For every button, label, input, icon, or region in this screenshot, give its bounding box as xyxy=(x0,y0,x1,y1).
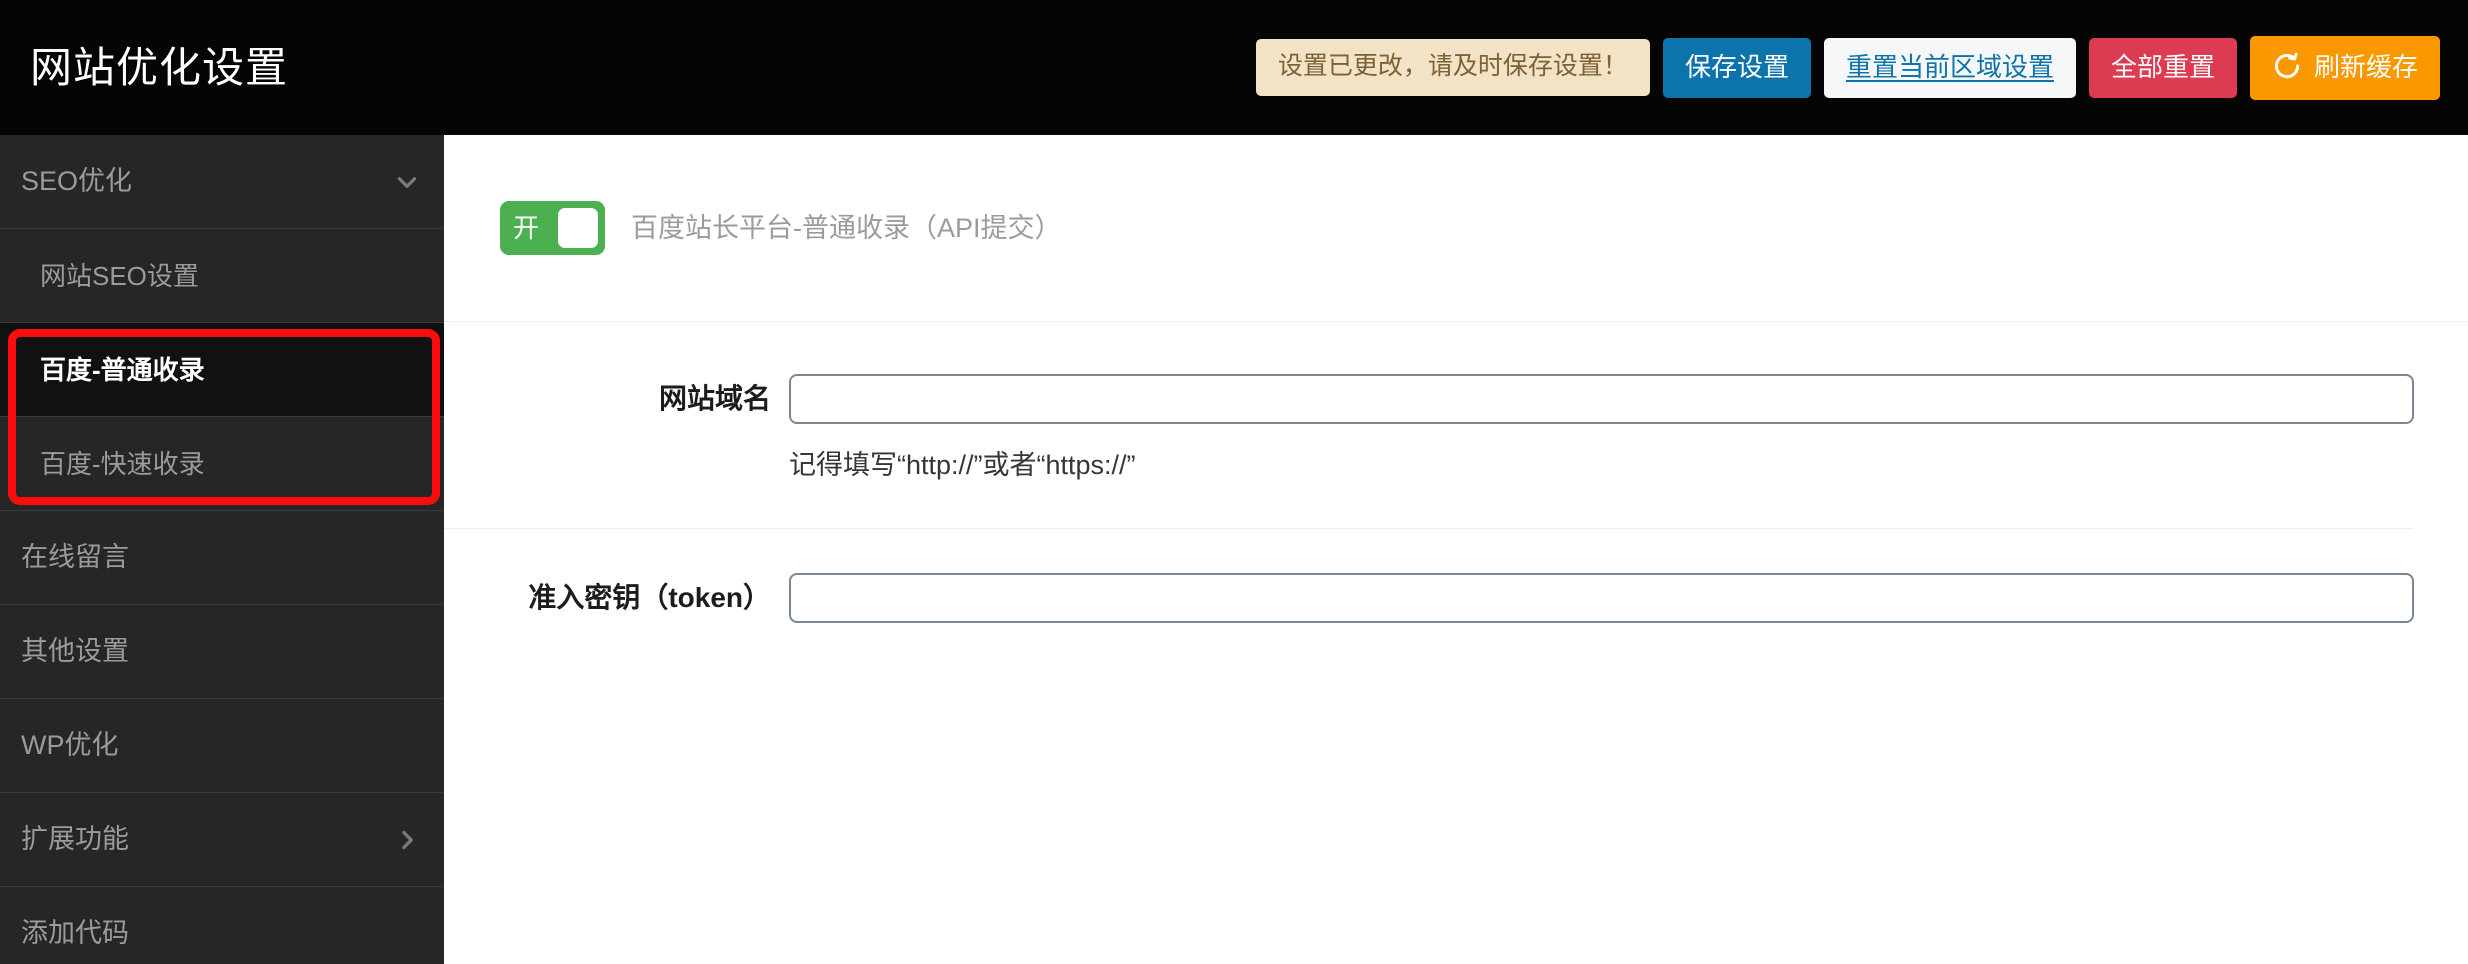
refresh-cache-label: 刷新缓存 xyxy=(2313,51,2418,82)
chevron-down-icon xyxy=(394,169,420,195)
feature-toggle-label: 百度站长平台-普通收录（API提交） xyxy=(631,212,1062,243)
sidebar-item-label: 在线留言 xyxy=(21,542,129,572)
sidebar-item-add-code[interactable]: 添加代码 xyxy=(0,887,444,964)
sidebar-item-online-message[interactable]: 在线留言 xyxy=(0,511,444,605)
baidu-normal-index-toggle[interactable]: 开 xyxy=(500,201,605,255)
sidebar-item-site-seo-settings[interactable]: 网站SEO设置 xyxy=(0,229,444,323)
sidebar-item-seo-optimization[interactable]: SEO优化 xyxy=(0,135,444,229)
save-settings-button[interactable]: 保存设置 xyxy=(1662,37,1811,98)
field-control xyxy=(789,573,2414,623)
sidebar: SEO优化 网站SEO设置 百度-普通收录 百度-快速收录 在线留言 其他设置 … xyxy=(0,135,444,964)
refresh-cache-button[interactable]: 刷新缓存 xyxy=(2249,35,2440,100)
field-control: 记得填写“http://”或者“https://” xyxy=(789,374,2414,479)
field-site-domain: 网站域名 记得填写“http://”或者“https://” xyxy=(444,322,2414,479)
feature-toggle-row: 开 百度站长平台-普通收录（API提交） xyxy=(444,135,2468,322)
sidebar-item-baidu-normal-index[interactable]: 百度-普通收录 xyxy=(0,323,444,417)
field-label: 网站域名 xyxy=(658,383,771,414)
sidebar-item-wp-optimization[interactable]: WP优化 xyxy=(0,699,444,793)
chevron-right-icon xyxy=(394,827,420,853)
sidebar-item-extensions[interactable]: 扩展功能 xyxy=(0,793,444,887)
unsaved-changes-notice: 设置已更改，请及时保存设置！ xyxy=(1255,39,1650,96)
settings-form: 网站域名 记得填写“http://”或者“https://” 准入密钥（toke… xyxy=(444,322,2468,623)
sidebar-item-label: 百度-快速收录 xyxy=(40,448,205,479)
sidebar-item-other-settings[interactable]: 其他设置 xyxy=(0,605,444,699)
sidebar-item-label: SEO优化 xyxy=(21,166,133,196)
field-label: 准入密钥（token） xyxy=(528,582,771,613)
sidebar-item-label: 百度-普通收录 xyxy=(40,354,205,385)
sidebar-item-label: 网站SEO设置 xyxy=(40,260,199,291)
site-domain-input[interactable] xyxy=(789,374,2414,424)
main-content: 开 百度站长平台-普通收录（API提交） 网站域名 记得填写“http://”或… xyxy=(444,135,2468,964)
top-bar: 网站优化设置 设置已更改，请及时保存设置！ 保存设置 重置当前区域设置 全部重置… xyxy=(0,0,2468,135)
sidebar-item-label: 扩展功能 xyxy=(21,824,129,854)
reset-all-button[interactable]: 全部重置 xyxy=(2088,37,2237,98)
sidebar-item-label: 添加代码 xyxy=(21,918,129,948)
page-root: 网站优化设置 设置已更改，请及时保存设置！ 保存设置 重置当前区域设置 全部重置… xyxy=(0,0,2468,964)
top-bar-actions: 设置已更改，请及时保存设置！ 保存设置 重置当前区域设置 全部重置 刷新缓存 xyxy=(1255,35,2440,100)
sidebar-item-label: WP优化 xyxy=(21,730,119,760)
refresh-icon xyxy=(2272,51,2302,81)
sidebar-item-label: 其他设置 xyxy=(21,636,129,666)
site-domain-hint: 记得填写“http://”或者“https://” xyxy=(789,450,1136,480)
toggle-state-label: 开 xyxy=(513,213,540,243)
field-access-token: 准入密钥（token） xyxy=(444,529,2414,623)
access-token-input[interactable] xyxy=(789,573,2414,623)
toggle-knob xyxy=(558,208,598,248)
reset-section-button[interactable]: 重置当前区域设置 xyxy=(1823,37,2076,98)
active-indicator-caret xyxy=(432,356,444,383)
sidebar-item-baidu-fast-index[interactable]: 百度-快速收录 xyxy=(0,417,444,511)
page-title: 网站优化设置 xyxy=(30,43,289,91)
